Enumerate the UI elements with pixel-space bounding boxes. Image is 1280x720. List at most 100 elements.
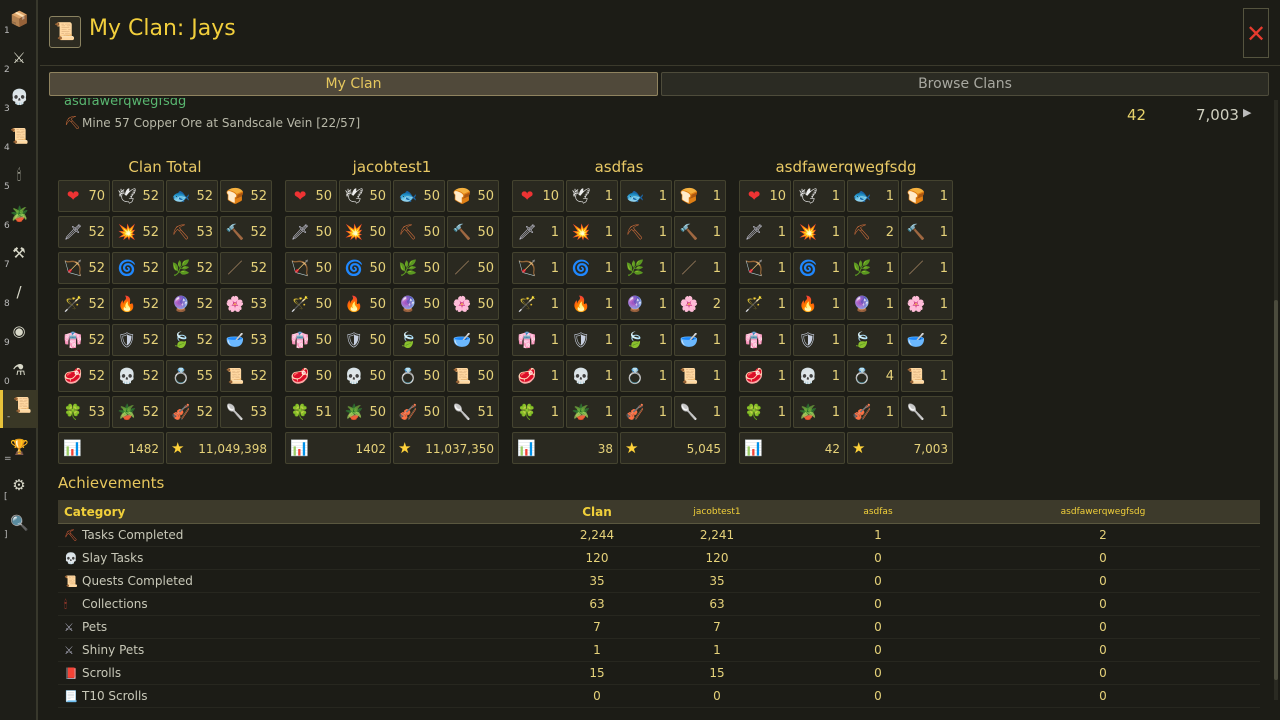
skill-cell[interactable]: 🛡 50: [339, 324, 391, 356]
skill-cell[interactable]: 💥 1: [793, 216, 845, 248]
skill-cell[interactable]: ／ 1: [674, 252, 726, 284]
skill-cell[interactable]: 🏹 50: [285, 252, 337, 284]
skill-cell[interactable]: 🍞 1: [674, 180, 726, 212]
sidebar-item-trophy[interactable]: 🏆 =: [0, 432, 38, 470]
skill-cell[interactable]: 🔨 1: [901, 216, 953, 248]
skill-cell[interactable]: 🌀 52: [112, 252, 164, 284]
skill-cell[interactable]: 🎻 50: [393, 396, 445, 428]
skill-cell[interactable]: ⛏ 53: [166, 216, 218, 248]
skill-cell[interactable]: 🌿 52: [166, 252, 218, 284]
skill-cell[interactable]: 🕊 1: [793, 180, 845, 212]
skill-cell[interactable]: 🔮 1: [847, 288, 899, 320]
sidebar-item-orb[interactable]: ◉ 9: [0, 316, 38, 354]
skill-cell[interactable]: 🔥 52: [112, 288, 164, 320]
sidebar-item-magnifier[interactable]: 🔍]: [0, 508, 38, 546]
skill-cell[interactable]: 🪄 50: [285, 288, 337, 320]
skill-cell[interactable]: 🛡 1: [793, 324, 845, 356]
skill-cell[interactable]: 🛡 1: [566, 324, 618, 356]
skill-cell[interactable]: 🥄 1: [901, 396, 953, 428]
skill-cell[interactable]: 🕊 1: [566, 180, 618, 212]
skill-cell[interactable]: 🔮 52: [166, 288, 218, 320]
scrollbar[interactable]: [1274, 100, 1278, 700]
skill-cell[interactable]: 💍 4: [847, 360, 899, 392]
skill-cell[interactable]: 💍 1: [620, 360, 672, 392]
skill-cell[interactable]: ❤ 10: [739, 180, 791, 212]
skill-cell[interactable]: 🗡 52: [58, 216, 110, 248]
skill-cell[interactable]: 🐟 50: [393, 180, 445, 212]
skill-cell[interactable]: 💥 52: [112, 216, 164, 248]
skill-cell[interactable]: 🌸 53: [220, 288, 272, 320]
skill-cell[interactable]: 🐟 1: [847, 180, 899, 212]
skill-cell[interactable]: ／ 50: [447, 252, 499, 284]
skill-cell[interactable]: 💀 52: [112, 360, 164, 392]
skill-cell[interactable]: 🥩 52: [58, 360, 110, 392]
sidebar-item-skull[interactable]: 💀 3: [0, 82, 38, 120]
skill-cell[interactable]: 🍃 1: [847, 324, 899, 356]
skill-cell[interactable]: 📜 1: [901, 360, 953, 392]
skill-cell[interactable]: 🪴 52: [112, 396, 164, 428]
skill-cell[interactable]: 🌸 2: [674, 288, 726, 320]
skill-cell[interactable]: 🍀 51: [285, 396, 337, 428]
skill-cell[interactable]: 🏹 1: [739, 252, 791, 284]
skill-cell[interactable]: 🔨 1: [674, 216, 726, 248]
sidebar-item-plant-pot[interactable]: 🪴 6: [0, 199, 38, 237]
skill-cell[interactable]: 🗡 1: [739, 216, 791, 248]
skill-cell[interactable]: 🐟 1: [620, 180, 672, 212]
skill-cell[interactable]: 🔥 1: [793, 288, 845, 320]
skill-cell[interactable]: 💥 50: [339, 216, 391, 248]
skill-cell[interactable]: 🍃 50: [393, 324, 445, 356]
skill-cell[interactable]: 🪴 50: [339, 396, 391, 428]
skill-cell[interactable]: 🌿 1: [847, 252, 899, 284]
skill-cell[interactable]: 🥣 53: [220, 324, 272, 356]
skill-cell[interactable]: 🔥 50: [339, 288, 391, 320]
sidebar-item-mortar[interactable]: ⚗ 0: [0, 355, 38, 393]
skill-cell[interactable]: 🔨 52: [220, 216, 272, 248]
skill-cell[interactable]: 🍃 1: [620, 324, 672, 356]
skill-cell[interactable]: ／ 1: [901, 252, 953, 284]
skill-cell[interactable]: 🌸 1: [901, 288, 953, 320]
skill-cell[interactable]: 🥩 50: [285, 360, 337, 392]
skill-cell[interactable]: 👘 1: [512, 324, 564, 356]
sidebar-item-staff[interactable]: /8: [0, 277, 38, 315]
skill-cell[interactable]: 🌀 50: [339, 252, 391, 284]
skill-cell[interactable]: 🍞 50: [447, 180, 499, 212]
skill-cell[interactable]: ❤ 70: [58, 180, 110, 212]
member-name[interactable]: asdfawerqwegfsdg: [64, 98, 186, 109]
skill-cell[interactable]: 🥩 1: [512, 360, 564, 392]
skill-cell[interactable]: 🕊 52: [112, 180, 164, 212]
expand-arrow-icon[interactable]: ▶: [1243, 106, 1251, 119]
skill-cell[interactable]: 📜 1: [674, 360, 726, 392]
skill-cell[interactable]: 🍀 53: [58, 396, 110, 428]
skill-cell[interactable]: 💥 1: [566, 216, 618, 248]
skill-cell[interactable]: 🥄 53: [220, 396, 272, 428]
skill-cell[interactable]: 🌿 1: [620, 252, 672, 284]
skill-cell[interactable]: 🛡 52: [112, 324, 164, 356]
skill-cell[interactable]: ⛏ 1: [620, 216, 672, 248]
skill-cell[interactable]: 🥄 1: [674, 396, 726, 428]
skill-cell[interactable]: 🪴 1: [793, 396, 845, 428]
skill-cell[interactable]: 🔨 50: [447, 216, 499, 248]
skill-cell[interactable]: 💍 55: [166, 360, 218, 392]
skill-cell[interactable]: 🥣 1: [674, 324, 726, 356]
sidebar-item-quest-scroll[interactable]: 📜 4: [0, 121, 38, 159]
skill-cell[interactable]: 🗡 50: [285, 216, 337, 248]
skill-cell[interactable]: 🌀 1: [793, 252, 845, 284]
skill-cell[interactable]: 🍞 1: [901, 180, 953, 212]
skill-cell[interactable]: 🔮 1: [620, 288, 672, 320]
skill-cell[interactable]: 🌀 1: [566, 252, 618, 284]
skill-cell[interactable]: 🍞 52: [220, 180, 272, 212]
skill-cell[interactable]: 🔥 1: [566, 288, 618, 320]
skill-cell[interactable]: 🔮 50: [393, 288, 445, 320]
skill-cell[interactable]: 📜 52: [220, 360, 272, 392]
skill-cell[interactable]: ⛏ 2: [847, 216, 899, 248]
skill-cell[interactable]: 🥩 1: [739, 360, 791, 392]
skill-cell[interactable]: 🪄 1: [512, 288, 564, 320]
skill-cell[interactable]: 🏹 52: [58, 252, 110, 284]
skill-cell[interactable]: ／ 52: [220, 252, 272, 284]
skill-cell[interactable]: 👘 52: [58, 324, 110, 356]
skill-cell[interactable]: 🥣 50: [447, 324, 499, 356]
skill-cell[interactable]: 💀 1: [566, 360, 618, 392]
skill-cell[interactable]: 🕊 50: [339, 180, 391, 212]
skill-cell[interactable]: 🏹 1: [512, 252, 564, 284]
skill-cell[interactable]: 🐟 52: [166, 180, 218, 212]
